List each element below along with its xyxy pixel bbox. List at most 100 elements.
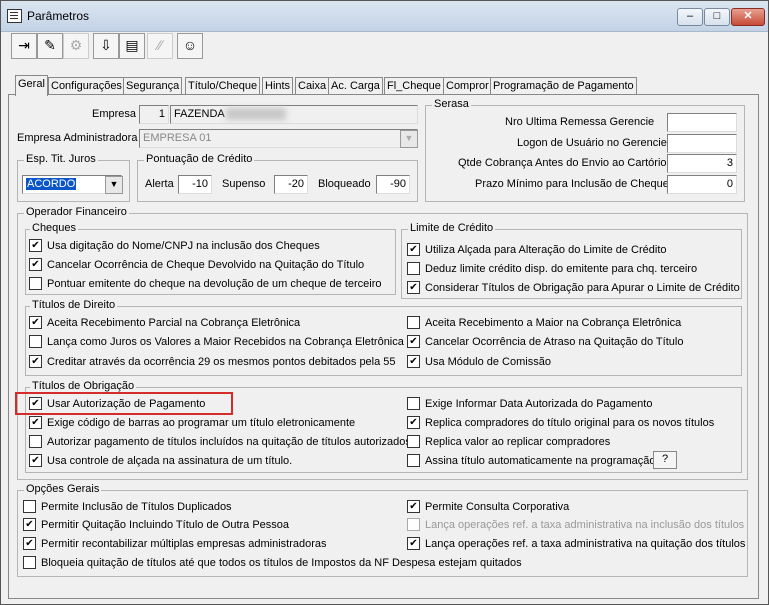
checkbox-box (407, 454, 420, 467)
checkbox-box: ✔ (29, 397, 42, 410)
minimize-button[interactable]: – (677, 8, 703, 26)
tab-ac-carga[interactable]: Ac. Carga (328, 77, 383, 95)
opcoes-checkbox-taxa-quitacao[interactable]: ✔ Lança operações ref. a taxa administrat… (407, 537, 745, 551)
direito-checkbox-creditar[interactable]: ✔ Creditar através da ocorrência 29 os me… (29, 355, 396, 369)
direito-checkbox-maior[interactable]: Aceita Recebimento a Maior na Cobrança E… (407, 316, 681, 330)
checkbox-label: Deduz limite crédito disp. do emitente p… (425, 263, 698, 275)
checkbox-box: ✔ (23, 518, 36, 531)
alerta-field[interactable]: -10 (178, 175, 212, 194)
download-icon[interactable]: ⇩ (93, 33, 119, 59)
cheques-checkbox-digitacao[interactable]: ✔ Usa digitação do Nome/CNPJ na inclusão … (29, 239, 320, 253)
serasa-field-logon[interactable] (667, 134, 737, 153)
limite-checkbox-deduz[interactable]: Deduz limite crédito disp. do emitente p… (407, 262, 697, 276)
checkbox-label: Usa Módulo de Comissão (425, 356, 551, 368)
opcoes-checkbox-bloqueia[interactable]: Bloqueia quitação de títulos até que tod… (23, 556, 522, 570)
checkbox-box (407, 518, 420, 531)
opcoes-checkbox-consulta[interactable]: ✔ Permite Consulta Corporativa (407, 500, 569, 514)
tab-caixa[interactable]: Caixa (295, 77, 330, 95)
serasa-field-qtde[interactable]: 3 (667, 154, 737, 173)
checkbox-box: ✔ (29, 355, 42, 368)
help-button[interactable]: ? (653, 451, 677, 469)
checkbox-box (29, 335, 42, 348)
serasa-field-prazo[interactable]: 0 (667, 175, 737, 194)
serasa-label-prazo: Prazo Mínimo para Inclusão de Cheque (475, 178, 669, 190)
obrigacao-checkbox-codigo-barras[interactable]: ✔ Exige código de barras ao programar um … (29, 416, 355, 430)
empresa-name-field[interactable]: FAZENDA (170, 105, 418, 124)
tab-configuracoes[interactable]: Configurações (48, 77, 125, 95)
checkbox-label: Lança operações ref. a taxa administrati… (425, 519, 745, 531)
opcoes-checkbox-recontabilizar[interactable]: ✔ Permitir recontabilizar múltiplas empre… (23, 537, 327, 551)
limite-checkbox-considerar[interactable]: ✔ Considerar Títulos de Obrigação para Ap… (407, 281, 740, 295)
opcoes-checkbox-quitacao[interactable]: ✔ Permitir Quitação Incluindo Título de O… (23, 518, 289, 532)
exit-icon[interactable]: ⇥ (11, 33, 37, 59)
checkbox-box (407, 397, 420, 410)
checkbox-box (407, 262, 420, 275)
close-button[interactable]: ✕ (731, 8, 765, 26)
checkbox-label: Replica compradores do título original p… (425, 417, 715, 429)
operador-financeiro-title: Operador Financeiro (24, 206, 129, 218)
bloqueado-field[interactable]: -90 (376, 175, 410, 194)
titulos-obrigacao-title: Títulos de Obrigação (30, 380, 137, 392)
serasa-label-remessa: Nro Ultima Remessa Gerencie (505, 116, 655, 128)
checkbox-label: Usa controle de alçada na assinatura de … (47, 455, 293, 467)
bloqueado-label: Bloqueado (318, 178, 371, 190)
direito-checkbox-parcial[interactable]: ✔ Aceita Recebimento Parcial na Cobrança … (29, 316, 300, 330)
tools-icon: ⚙ (63, 33, 89, 59)
checkbox-box: ✔ (29, 454, 42, 467)
limite-checkbox-alcada[interactable]: ✔ Utiliza Alçada para Alteração do Limite… (407, 243, 667, 257)
checkbox-label: Creditar através da ocorrência 29 os mes… (47, 356, 396, 368)
user-icon[interactable]: ☺ (177, 33, 203, 59)
checkbox-box: ✔ (407, 281, 420, 294)
maximize-button[interactable]: □ (704, 8, 730, 26)
obrigacao-checkbox-replica-compradores[interactable]: ✔ Replica compradores do título original … (407, 416, 714, 430)
print-icon[interactable]: ▤ (119, 33, 145, 59)
empresa-adm-select[interactable]: EMPRESA 01 (139, 129, 418, 148)
alerta-label: Alerta (145, 178, 174, 190)
obrigacao-checkbox-autorizacao[interactable]: ✔ Usar Autorização de Pagamento (29, 397, 205, 411)
tab-fl-cheque[interactable]: Fl_Cheque (384, 77, 444, 95)
chevron-down-icon: ▼ (400, 130, 418, 148)
checkbox-label: Permitir recontabilizar múltiplas empres… (41, 538, 327, 550)
serasa-field-remessa[interactable] (667, 113, 737, 132)
checkbox-label: Autorizar pagamento de títulos incluídos… (47, 436, 411, 448)
tab-hints[interactable]: Hints (262, 77, 294, 95)
tab-seguranca[interactable]: Segurança (123, 77, 183, 95)
edit-icon[interactable]: ✎ (37, 33, 63, 59)
checkbox-label: Exige Informar Data Autorizada do Pagame… (425, 398, 653, 410)
checkbox-label: Assina título automaticamente na program… (425, 455, 659, 467)
limite-credito-title: Limite de Crédito (408, 222, 496, 234)
serasa-title: Serasa (432, 98, 471, 110)
direito-checkbox-atraso[interactable]: ✔ Cancelar Ocorrência de Atraso na Quitaç… (407, 335, 683, 349)
obrigacao-checkbox-assina[interactable]: Assina título automaticamente na program… (407, 454, 659, 468)
supenso-field[interactable]: -20 (274, 175, 308, 194)
pontuacao-title: Pontuação de Crédito (144, 153, 255, 165)
disabled-tool-icon: ∕∕ (147, 33, 173, 59)
checkbox-label: Permite Consulta Corporativa (425, 501, 570, 513)
empresa-code-field[interactable]: 1 (139, 105, 169, 124)
checkbox-box: ✔ (29, 258, 42, 271)
cheques-title: Cheques (30, 222, 79, 234)
checkbox-box (23, 500, 36, 513)
checkbox-label: Bloqueia quitação de títulos até que tod… (41, 557, 522, 569)
checkbox-label: Cancelar Ocorrência de Atraso na Quitaçã… (425, 336, 684, 348)
obrigacao-checkbox-data[interactable]: Exige Informar Data Autorizada do Pagame… (407, 397, 652, 411)
obrigacao-checkbox-autorizar[interactable]: Autorizar pagamento de títulos incluídos… (29, 435, 411, 449)
tab-compror[interactable]: Compror (443, 77, 492, 95)
cheques-checkbox-pontuar[interactable]: Pontuar emitente do cheque na devolução … (29, 277, 382, 291)
tab-geral[interactable]: Geral (15, 75, 48, 96)
serasa-label-qtde: Qtde Cobrança Antes do Envio ao Cartório (458, 157, 667, 169)
direito-checkbox-juros[interactable]: Lança como Juros os Valores a Maior Rece… (29, 335, 404, 349)
checkbox-box: ✔ (29, 239, 42, 252)
chevron-down-icon[interactable]: ▼ (105, 176, 123, 194)
obrigacao-checkbox-replica-valor[interactable]: Replica valor ao replicar compradores (407, 435, 610, 449)
direito-checkbox-comissao[interactable]: ✔ Usa Módulo de Comissão (407, 355, 551, 369)
obrigacao-checkbox-alcada[interactable]: ✔ Usa controle de alçada na assinatura de… (29, 454, 292, 468)
checkbox-label: Considerar Títulos de Obrigação para Apu… (425, 282, 740, 294)
checkbox-box: ✔ (407, 355, 420, 368)
tab-programacao-pagamento[interactable]: Programação de Pagamento (490, 77, 637, 95)
esp-tit-juros-value: ACORDO (26, 178, 77, 190)
checkbox-box: ✔ (29, 316, 42, 329)
cheques-checkbox-cancelar[interactable]: ✔ Cancelar Ocorrência de Cheque Devolvido… (29, 258, 364, 272)
opcoes-checkbox-duplicados[interactable]: Permite Inclusão de Títulos Duplicados (23, 500, 232, 514)
tab-titulo-cheque[interactable]: Título/Cheque (185, 77, 261, 95)
